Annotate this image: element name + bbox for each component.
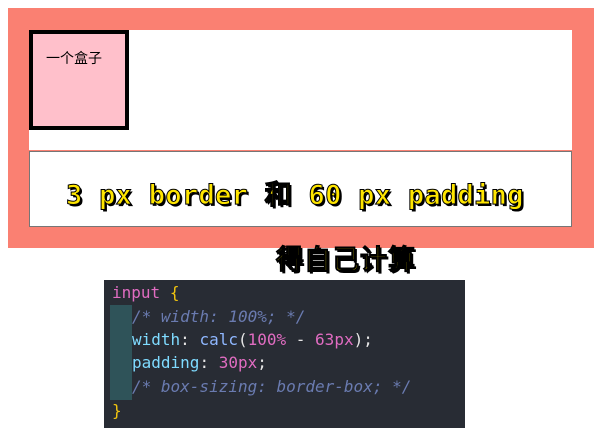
semicolon: ; bbox=[257, 353, 267, 372]
colon: : bbox=[199, 353, 219, 372]
pink-box: 一个盒子 bbox=[29, 30, 129, 130]
open-brace: { bbox=[169, 283, 180, 302]
code-line-close: } bbox=[112, 400, 122, 422]
comment-width: /* width: 100%; */ bbox=[132, 307, 306, 326]
prop-width: width bbox=[132, 330, 181, 349]
pink-box-label: 一个盒子 bbox=[46, 51, 102, 67]
code-line-selector: input { bbox=[112, 282, 179, 304]
indent-guide bbox=[110, 305, 132, 400]
paren-open: ( bbox=[237, 330, 248, 349]
code-line-comment-width: /* width: 100%; */ bbox=[132, 306, 305, 328]
minus-operator: - bbox=[286, 330, 316, 349]
code-line-width: width: calc(100% - 63px); bbox=[132, 329, 373, 351]
close-brace: } bbox=[112, 401, 122, 420]
border-padding-annotation: 3 px border 和 60 px padding bbox=[66, 180, 524, 212]
prop-padding: padding bbox=[132, 353, 200, 372]
calc-function: calc bbox=[199, 330, 238, 349]
css-selector: input bbox=[112, 283, 161, 302]
comment-box-sizing: /* box-sizing: border-box; */ bbox=[132, 377, 412, 396]
calc-arg-px: 63px bbox=[315, 330, 354, 349]
code-snippet: input { /* width: 100%; */ width: calc(1… bbox=[104, 280, 465, 428]
calc-annotation: 得自己计算 bbox=[276, 245, 416, 277]
semicolon: ; bbox=[363, 330, 373, 349]
padding-value: 30px bbox=[218, 353, 258, 372]
calc-arg-percent: 100% bbox=[247, 330, 287, 349]
code-line-padding: padding: 30px; bbox=[132, 352, 267, 374]
code-line-comment-box-sizing: /* box-sizing: border-box; */ bbox=[132, 376, 411, 398]
paren-close: ) bbox=[353, 330, 364, 349]
colon: : bbox=[180, 330, 200, 349]
